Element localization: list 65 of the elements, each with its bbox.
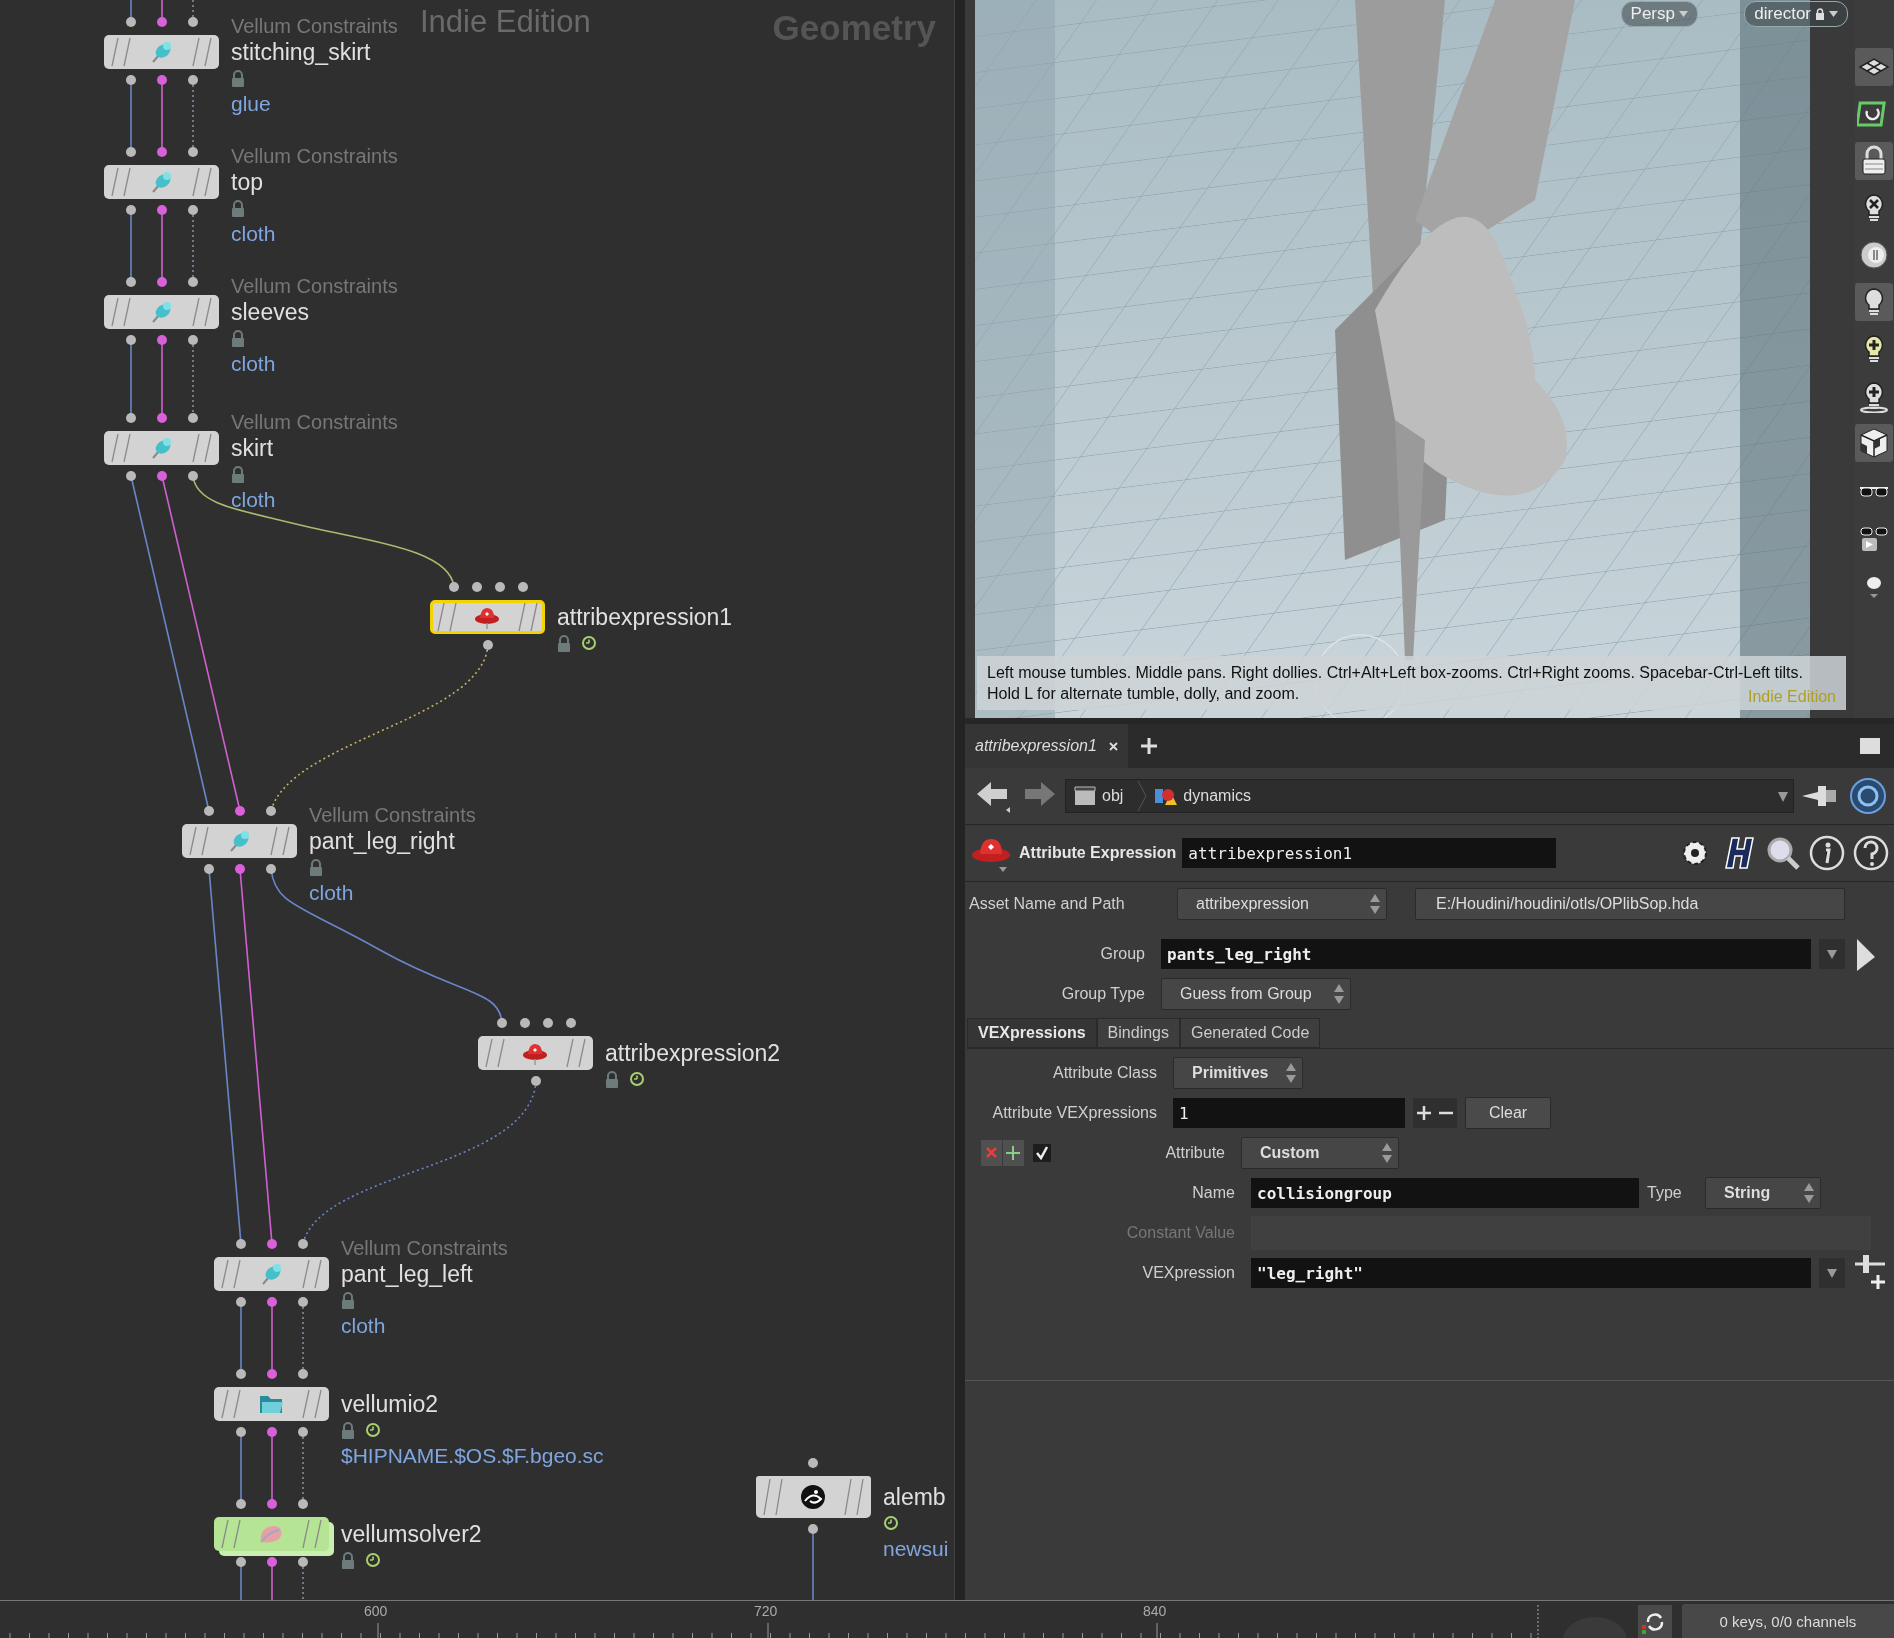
hint-text: Hold L for alternate tumble, dolly, and zoom. xyxy=(987,684,1300,704)
node-name: stitching_skirt xyxy=(231,38,371,66)
field-label: Constant Value xyxy=(1125,1224,1236,1242)
group-type-dropdown[interactable]: Guess from Group xyxy=(1161,978,1351,1010)
node-name: sleeves xyxy=(231,298,309,326)
node-name: attribexpression1 xyxy=(557,603,733,631)
frame-number: 840 xyxy=(1143,1603,1167,1619)
group-field[interactable]: pants_leg_right xyxy=(1161,939,1811,969)
node-comment: cloth xyxy=(231,487,276,513)
node-type-label: Vellum Constraints xyxy=(231,144,398,168)
camera-menu[interactable]: Persp xyxy=(1620,1,1698,27)
node-type-label: Vellum Constraints xyxy=(341,1236,508,1260)
field-label: Asset Name and Path xyxy=(968,895,1126,913)
keys-button[interactable]: 0 keys, 0/0 channels xyxy=(1682,1604,1894,1638)
field-label: Attribute xyxy=(1164,1144,1226,1162)
node-name: top xyxy=(231,168,263,196)
parameter-tab[interactable]: VEXpressions xyxy=(967,1018,1097,1048)
node-name-field[interactable]: attribexpression1 xyxy=(1182,838,1557,868)
node-comment: cloth xyxy=(341,1313,386,1339)
field-label: Attribute Class xyxy=(1051,1064,1158,1082)
path-bar[interactable]: obj dynamics xyxy=(1065,779,1794,813)
node-name: attribexpression2 xyxy=(605,1039,781,1067)
frame-number: 720 xyxy=(754,1603,778,1619)
node-comment: cloth xyxy=(231,351,276,377)
asset-name-dropdown[interactable]: attribexpression xyxy=(1177,888,1387,920)
node-type-label: Vellum Constraints xyxy=(309,803,476,827)
node-comment: cloth xyxy=(309,880,354,906)
parameter-tab[interactable]: Generated Code xyxy=(1180,1018,1321,1048)
node-name: skirt xyxy=(231,434,274,462)
node-comment: glue xyxy=(231,91,271,117)
node-name: alemb xyxy=(883,1483,946,1511)
hint-text: Left mouse tumbles. Middle pans. Right dollies. Ctrl+Alt+Left box-zooms. Ctrl+Right zooms. Spacebar-Ctrl-Left tilts. xyxy=(987,663,1803,683)
node-comment: $HIPNAME.$OS.$F.bgeo.sc xyxy=(341,1443,604,1469)
parameter-tab[interactable]: Bindings xyxy=(1096,1018,1180,1048)
count-field[interactable]: 1 xyxy=(1173,1098,1405,1128)
view-menu[interactable]: director xyxy=(1744,1,1848,27)
attribute-class-dropdown[interactable]: Primitives xyxy=(1173,1057,1303,1089)
node-type-label: Vellum Constraints xyxy=(231,274,398,298)
node-name: vellumio2 xyxy=(341,1390,439,1418)
attribute-dropdown[interactable]: Custom xyxy=(1241,1137,1399,1169)
node-comment: cloth xyxy=(231,221,276,247)
edition-watermark: Indie Edition xyxy=(1747,688,1836,706)
frame-number: 600 xyxy=(364,1603,388,1619)
asset-path-field[interactable]: E:/Houdini/houdini/otls/OPlibSop.hda xyxy=(1415,888,1845,920)
field-label: Name xyxy=(1191,1184,1236,1202)
field-label: VEXpression xyxy=(1141,1264,1236,1282)
vexpression-field[interactable]: "leg_right" xyxy=(1251,1258,1811,1288)
field-label: Group xyxy=(1099,945,1146,963)
node-name: vellumsolver2 xyxy=(341,1520,482,1548)
node-type-label: Vellum Constraints xyxy=(231,14,398,38)
node-name: pant_leg_right xyxy=(309,827,455,855)
field-label: Type xyxy=(1647,1184,1683,1202)
field-label: Group Type xyxy=(1060,985,1146,1003)
pane-tab[interactable]: attribexpression1 xyxy=(965,724,1128,768)
node-type-label: Vellum Constraints xyxy=(231,410,398,434)
path-crumb[interactable]: obj xyxy=(1102,787,1124,805)
node-type-label: Attribute Expression xyxy=(1019,844,1177,862)
field-label: Attribute VEXpressions xyxy=(991,1104,1158,1122)
path-crumb[interactable]: dynamics xyxy=(1183,787,1251,805)
node-name: pant_leg_left xyxy=(341,1260,473,1288)
edition-watermark: Indie Edition xyxy=(420,4,591,40)
name-field[interactable]: collisiongroup xyxy=(1251,1178,1639,1208)
type-dropdown[interactable]: String xyxy=(1705,1177,1821,1209)
clear-button[interactable]: Clear xyxy=(1465,1097,1551,1129)
node-comment: newsui xyxy=(883,1536,949,1562)
